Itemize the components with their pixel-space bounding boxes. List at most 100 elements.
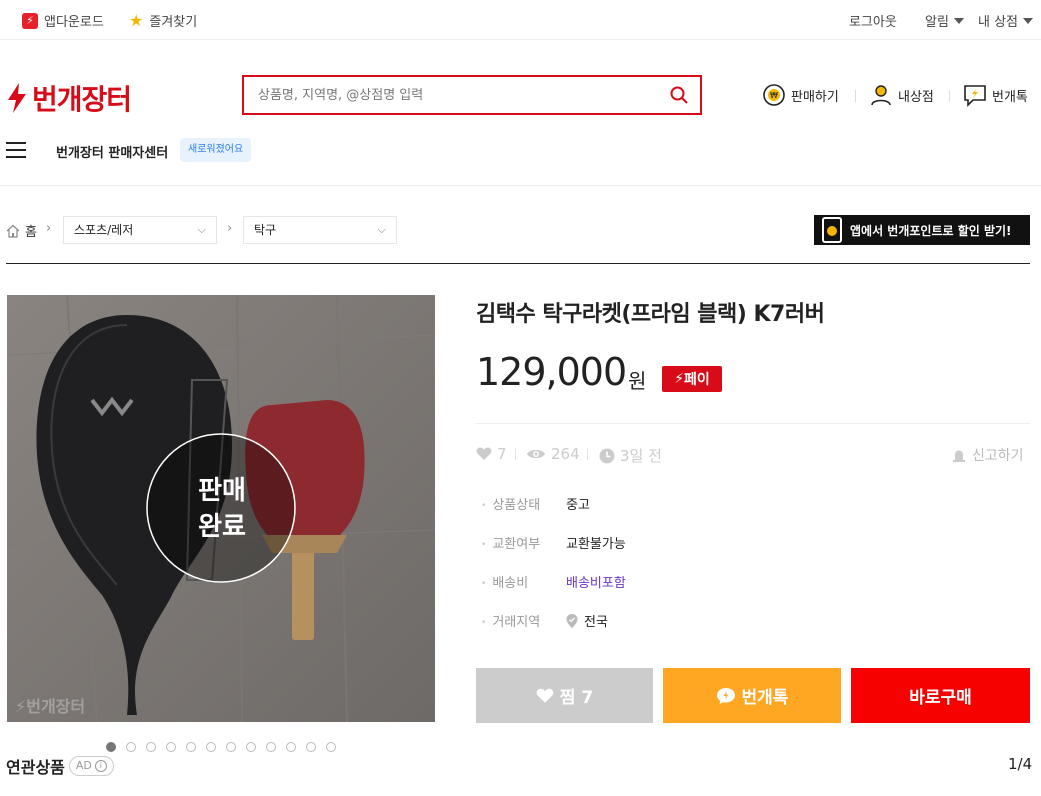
region-value: 전국 [566,611,608,630]
logo-text: 번개장터 [32,83,132,116]
image-dot[interactable] [266,742,276,752]
image-dot[interactable] [166,742,176,752]
my-store-dropdown[interactable]: 내 상점 [978,11,1034,30]
app-point-banner[interactable]: 앱에서 번개포인트로 할인 받기! [814,215,1030,245]
info-icon: i [94,760,107,772]
related-pager: 1/4 [1008,755,1033,773]
pay-badge-label: 페이 [684,372,710,388]
image-dot[interactable] [286,742,296,752]
my-shop-label: 내상점 [898,89,934,105]
eye-icon [527,449,545,459]
app-download-label: 앱다운로드 [44,15,104,30]
sell-label: 판매하기 [791,89,839,105]
caret-down-icon [1023,17,1034,24]
image-dot[interactable] [106,742,116,752]
product-price: 129,000 [476,350,627,394]
my-shop-button[interactable]: 내상점 [869,83,934,107]
chat-bubble-icon [964,85,986,107]
alerts-label: 알림 [925,15,949,30]
condition-label: 상품상태 [481,494,540,513]
logo[interactable]: 번개장터 [6,78,132,118]
favorites-label: 즐겨찾기 [149,15,198,30]
lightning-icon: ⚡ [674,371,685,387]
like-button[interactable]: 찜 7 [476,668,653,723]
search-box [242,75,702,115]
content-divider [6,263,1030,264]
info-divider [476,423,1030,424]
chat-button-label: 번개톡 [741,688,789,708]
buy-now-button[interactable]: 바로구매 [851,668,1030,723]
like-button-label: 찜 7 [559,688,594,708]
heart-icon [476,447,492,460]
chevron-down-icon: ⌵ [377,223,386,236]
image-dot[interactable] [306,742,316,752]
sold-out-line1: 판매 [198,476,246,506]
seller-center-link[interactable]: 번개장터 판매자센터 [56,142,168,161]
image-dot[interactable] [126,742,136,752]
logout-label: 로그아웃 [849,15,897,30]
phone-icon [822,217,842,243]
stat-separator [515,448,516,460]
chevron-down-icon: ⌵ [197,223,206,236]
image-dot[interactable] [186,742,196,752]
user-icon [871,85,891,106]
exchange-label: 교환여부 [481,533,540,552]
header-divider [0,185,1041,186]
caret-down-icon [953,17,964,24]
won-coin-icon: ₩ [763,84,785,106]
category-select-1[interactable]: 스포츠/레저 ⌵ [63,216,217,244]
bungae-talk-button[interactable]: 번개톡 [963,83,1028,107]
chat-button[interactable]: 번개톡 [663,668,841,723]
view-count: 264 [526,445,580,463]
breadcrumb-home[interactable]: 홈 [6,221,37,240]
report-button[interactable]: 신고하기 [952,445,1024,465]
condition-value: 중고 [566,498,590,513]
lightning-logo-icon [8,83,26,113]
favorites-link[interactable]: ★ 즐겨찾기 [129,11,197,30]
pay-badge: ⚡ 페이 [662,366,722,392]
price-currency: 원 [628,369,647,393]
product-title: 김택수 탁구라켓(프라임 블랙) K7러버 [476,302,825,327]
like-count: 7 [476,445,507,463]
home-icon [6,224,20,238]
like-count-value: 7 [497,445,507,463]
buy-now-label: 바로구매 [909,688,972,708]
product-image[interactable]: 판매 완료 ⚡번개장터 [7,295,435,722]
ad-badge[interactable]: AD i [68,756,114,776]
breadcrumb-home-label: 홈 [25,225,37,240]
search-input[interactable] [258,85,658,105]
app-point-banner-text: 앱에서 번개포인트로 할인 받기! [850,223,1012,238]
category-select-2[interactable]: 탁구 ⌵ [243,216,397,244]
top-utility-bar: ⚡ 앱다운로드 ★ 즐겨찾기 로그아웃 알림 내 상점 [0,0,1041,40]
watermark-text: 번개장터 [26,697,86,716]
sell-button[interactable]: ₩ 판매하기 [762,83,839,107]
image-dot[interactable] [226,742,236,752]
lightning-app-icon: ⚡ [22,12,38,29]
clock-icon [599,448,615,463]
sold-out-line2: 완료 [198,512,246,542]
image-pagination [106,742,346,752]
region-label: 거래지역 [481,611,540,630]
header-separator [949,90,950,102]
category-select-2-value: 탁구 [254,223,277,237]
logout-link[interactable]: 로그아웃 [849,11,897,30]
category-select-1-value: 스포츠/레저 [74,223,134,237]
image-dot[interactable] [326,742,336,752]
chat-bolt-icon [716,687,735,704]
lightning-watermark-icon: ⚡ [15,697,27,716]
app-download-link[interactable]: ⚡ 앱다운로드 [22,11,104,30]
related-products-title: 연관상품 [6,758,65,777]
related-products-header: 연관상품 AD i [6,754,114,778]
image-dot[interactable] [246,742,256,752]
alerts-dropdown[interactable]: 알림 [925,11,964,30]
view-count-value: 264 [551,445,580,463]
hamburger-menu-icon[interactable] [6,142,26,158]
image-dot[interactable] [206,742,216,752]
new-badge: 새로워졌어요 [180,138,252,162]
header-separator [855,90,856,102]
exchange-value: 교환불가능 [566,537,626,552]
stat-separator [587,448,588,460]
image-dot[interactable] [146,742,156,752]
search-icon[interactable] [670,86,688,104]
region-value-text: 전국 [584,615,608,630]
